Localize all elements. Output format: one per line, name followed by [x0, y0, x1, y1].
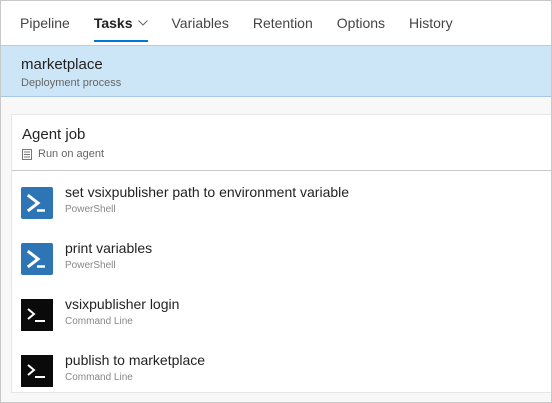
agent-job-subtitle-row: Run on agent	[22, 148, 552, 160]
task-name: publish to marketplace	[65, 352, 206, 368]
task-type: PowerShell	[65, 204, 116, 215]
task-item[interactable]: set vsixpublisher path to environment va…	[12, 173, 552, 229]
tab-variables[interactable]: Variables	[172, 1, 229, 45]
task-item[interactable]: publish to marketplace Command Line	[12, 341, 552, 397]
stage-subtitle: Deployment process	[21, 77, 122, 89]
task-item[interactable]: vsixpublisher login Command Line	[12, 285, 552, 341]
process-card: Agent job Run on agent set vsixpublisher…	[11, 114, 552, 393]
task-name: print variables	[65, 240, 153, 256]
agent-job-subtitle: Run on agent	[38, 148, 105, 160]
task-type: Command Line	[65, 372, 133, 383]
tab-bar: Pipeline Tasks Variables Retention Optio…	[1, 1, 551, 45]
tab-pipeline[interactable]: Pipeline	[20, 1, 70, 45]
tab-tasks[interactable]: Tasks	[93, 1, 148, 45]
tab-label: Tasks	[93, 15, 133, 31]
tab-history[interactable]: History	[409, 1, 453, 45]
tab-label: History	[409, 15, 453, 31]
tab-label: Options	[336, 15, 386, 31]
chevron-down-icon[interactable]	[137, 20, 148, 26]
server-icon	[22, 148, 32, 160]
tab-label: Variables	[171, 15, 229, 31]
agent-job-title: Agent job	[22, 126, 86, 143]
release-pipeline-editor: Pipeline Tasks Variables Retention Optio…	[0, 0, 552, 403]
stage-header[interactable]: marketplace Deployment process	[1, 46, 551, 97]
task-type: Command Line	[65, 316, 133, 327]
agent-job[interactable]: Agent job Run on agent	[12, 115, 552, 171]
task-type: PowerShell	[65, 260, 116, 271]
tab-options[interactable]: Options	[337, 1, 385, 45]
tab-label: Retention	[252, 15, 313, 31]
tab-retention[interactable]: Retention	[253, 1, 313, 45]
task-name: set vsixpublisher path to environment va…	[65, 184, 350, 200]
task-item[interactable]: print variables PowerShell	[12, 229, 552, 285]
task-name: vsixpublisher login	[65, 296, 180, 312]
powershell-icon	[21, 187, 53, 219]
powershell-icon	[21, 243, 53, 275]
tab-label: Pipeline	[20, 15, 70, 31]
command-line-icon	[21, 355, 53, 387]
stage-title: marketplace	[21, 56, 103, 73]
command-line-icon	[21, 299, 53, 331]
